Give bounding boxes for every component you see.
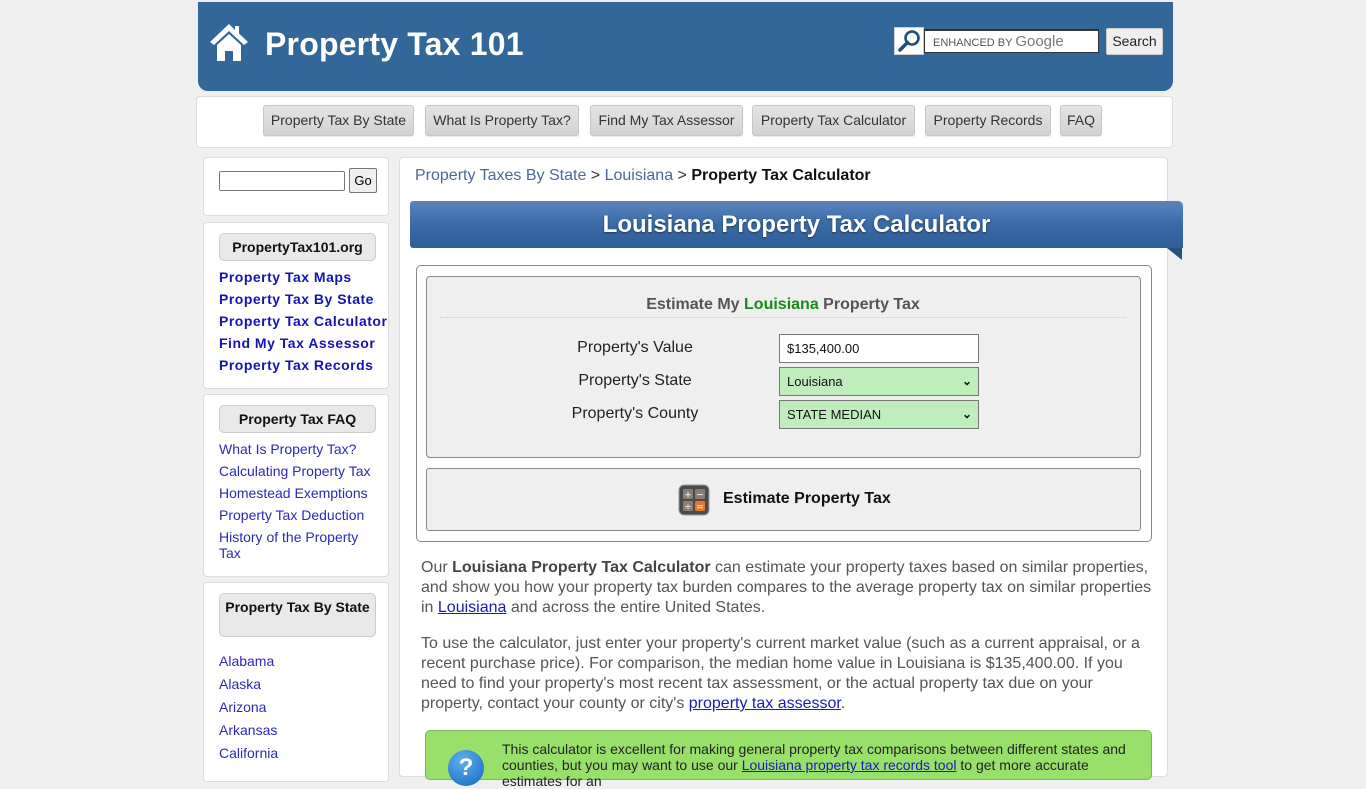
sidebar-faq-heading: Property Tax FAQ xyxy=(219,405,376,433)
sidebar-site-box: PropertyTax101.org Property Tax Maps Pro… xyxy=(203,222,389,389)
instructions-paragraph: To use the calculator, just enter your p… xyxy=(421,634,1156,714)
sidebar-state-box: Property Tax By State Alabama Alaska Ari… xyxy=(203,582,389,782)
sidebar-link-state[interactable]: California xyxy=(219,745,278,761)
nav-property-tax-by-state[interactable]: Property Tax By State xyxy=(263,105,414,136)
banner-fold xyxy=(1167,248,1182,260)
form-title-suffix: Property Tax xyxy=(823,296,920,313)
form-title-prefix: Estimate My xyxy=(646,296,740,313)
search-icon[interactable] xyxy=(894,27,924,55)
property-state-label: Property's State xyxy=(578,372,692,389)
nav-what-is-property-tax[interactable]: What Is Property Tax? xyxy=(425,105,579,136)
p1-suffix: and across the entire United States. xyxy=(510,599,766,616)
p2-end: . xyxy=(840,695,846,712)
breadcrumb-separator: > xyxy=(590,167,601,184)
sidebar-link-property-tax-calculator[interactable]: Property Tax Calculator xyxy=(219,313,387,329)
property-tax-assessor-link[interactable]: property tax assessor xyxy=(689,695,841,712)
intro-paragraph: Our Louisiana Property Tax Calculator ca… xyxy=(421,558,1156,618)
property-value-input[interactable]: $135,400.00 xyxy=(779,334,979,363)
sidebar-link-what-is-property-tax[interactable]: What Is Property Tax? xyxy=(219,441,356,457)
home-icon[interactable] xyxy=(208,21,250,63)
sidebar-link-property-tax-deduction[interactable]: Property Tax Deduction xyxy=(219,507,364,523)
estimate-button-label: Estimate Property Tax xyxy=(723,490,891,507)
estimate-property-tax-button[interactable]: + − ÷ = Estimate Property Tax xyxy=(426,468,1141,531)
sidebar-link-homestead-exemptions[interactable]: Homestead Exemptions xyxy=(219,485,368,501)
property-tax-records-tool-link[interactable]: Louisiana property tax records tool xyxy=(742,757,957,773)
site-title[interactable]: Property Tax 101 xyxy=(265,26,524,63)
chevron-down-icon: ⌄ xyxy=(961,374,972,388)
breadcrumb: Property Taxes By State > Louisiana > Pr… xyxy=(415,167,871,185)
search-input[interactable]: ENHANCED BY Google xyxy=(924,29,1099,53)
sidebar-link-state[interactable]: Arkansas xyxy=(219,722,277,738)
property-state-select[interactable]: Louisiana ⌄ xyxy=(779,367,979,396)
main-nav: Property Tax By State What Is Property T… xyxy=(196,96,1173,148)
sidebar-link-state[interactable]: Arizona xyxy=(219,699,266,715)
search-button[interactable]: Search xyxy=(1106,28,1163,55)
sidebar-link-property-tax-maps[interactable]: Property Tax Maps xyxy=(219,269,352,285)
svg-text:−: − xyxy=(696,491,704,501)
nav-faq[interactable]: FAQ xyxy=(1060,105,1102,136)
sidebar-go-button[interactable]: Go xyxy=(349,168,377,193)
p1-prefix: Our xyxy=(421,559,448,576)
chevron-down-icon: ⌄ xyxy=(961,407,972,421)
breadcrumb-current: Property Tax Calculator xyxy=(691,167,871,184)
nav-property-records[interactable]: Property Records xyxy=(925,105,1051,136)
sidebar-link-state[interactable]: Alaska xyxy=(219,676,261,692)
sidebar-link-state[interactable]: Alabama xyxy=(219,653,274,669)
search-placeholder-brand: Google xyxy=(1015,33,1064,50)
sidebar-search-box: Go xyxy=(203,157,389,216)
tip-text: This calculator is excellent for making … xyxy=(502,741,1147,789)
sidebar-state-heading: Property Tax By State xyxy=(219,593,376,637)
sidebar-link-find-my-tax-assessor[interactable]: Find My Tax Assessor xyxy=(219,335,375,351)
page-title: Louisiana Property Tax Calculator xyxy=(410,201,1183,248)
nav-find-my-tax-assessor[interactable]: Find My Tax Assessor xyxy=(590,105,743,136)
form-title-state: Louisiana xyxy=(744,296,819,313)
svg-text:÷: ÷ xyxy=(684,503,692,513)
sidebar-link-property-tax-records[interactable]: Property Tax Records xyxy=(219,357,373,373)
search-placeholder-prefix: ENHANCED BY xyxy=(933,37,1013,49)
svg-text:=: = xyxy=(696,503,704,513)
louisiana-link[interactable]: Louisiana xyxy=(438,599,507,616)
property-state-value: Louisiana xyxy=(787,374,843,389)
sidebar-link-history-of-property-tax[interactable]: History of the Property Tax xyxy=(219,529,379,561)
breadcrumb-property-taxes-by-state[interactable]: Property Taxes By State xyxy=(415,167,586,184)
nav-property-tax-calculator[interactable]: Property Tax Calculator xyxy=(752,105,915,136)
tip-box: ? This calculator is excellent for makin… xyxy=(425,730,1152,789)
sidebar-site-heading: PropertyTax101.org xyxy=(219,233,376,261)
calculator-icon: + − ÷ = xyxy=(678,484,710,516)
calculator-form-title: Estimate My Louisiana Property Tax xyxy=(440,296,1126,318)
property-county-value: STATE MEDIAN xyxy=(787,407,882,422)
property-county-label: Property's County xyxy=(571,405,699,422)
property-county-select[interactable]: STATE MEDIAN ⌄ xyxy=(779,400,979,429)
sidebar-link-calculating-property-tax[interactable]: Calculating Property Tax xyxy=(219,463,370,479)
p1-bold: Louisiana Property Tax Calculator xyxy=(452,559,711,576)
breadcrumb-separator: > xyxy=(677,167,687,184)
sidebar-link-property-tax-by-state[interactable]: Property Tax By State xyxy=(219,291,374,307)
sidebar-search-input[interactable] xyxy=(219,171,345,191)
sidebar-faq-box: Property Tax FAQ What Is Property Tax? C… xyxy=(203,394,389,577)
svg-text:+: + xyxy=(684,491,692,501)
question-icon: ? xyxy=(448,750,484,786)
breadcrumb-louisiana[interactable]: Louisiana xyxy=(605,167,674,184)
property-value-label: Property's Value xyxy=(577,339,693,356)
site-header: Property Tax 101 ENHANCED BY Google Sear… xyxy=(198,2,1173,91)
